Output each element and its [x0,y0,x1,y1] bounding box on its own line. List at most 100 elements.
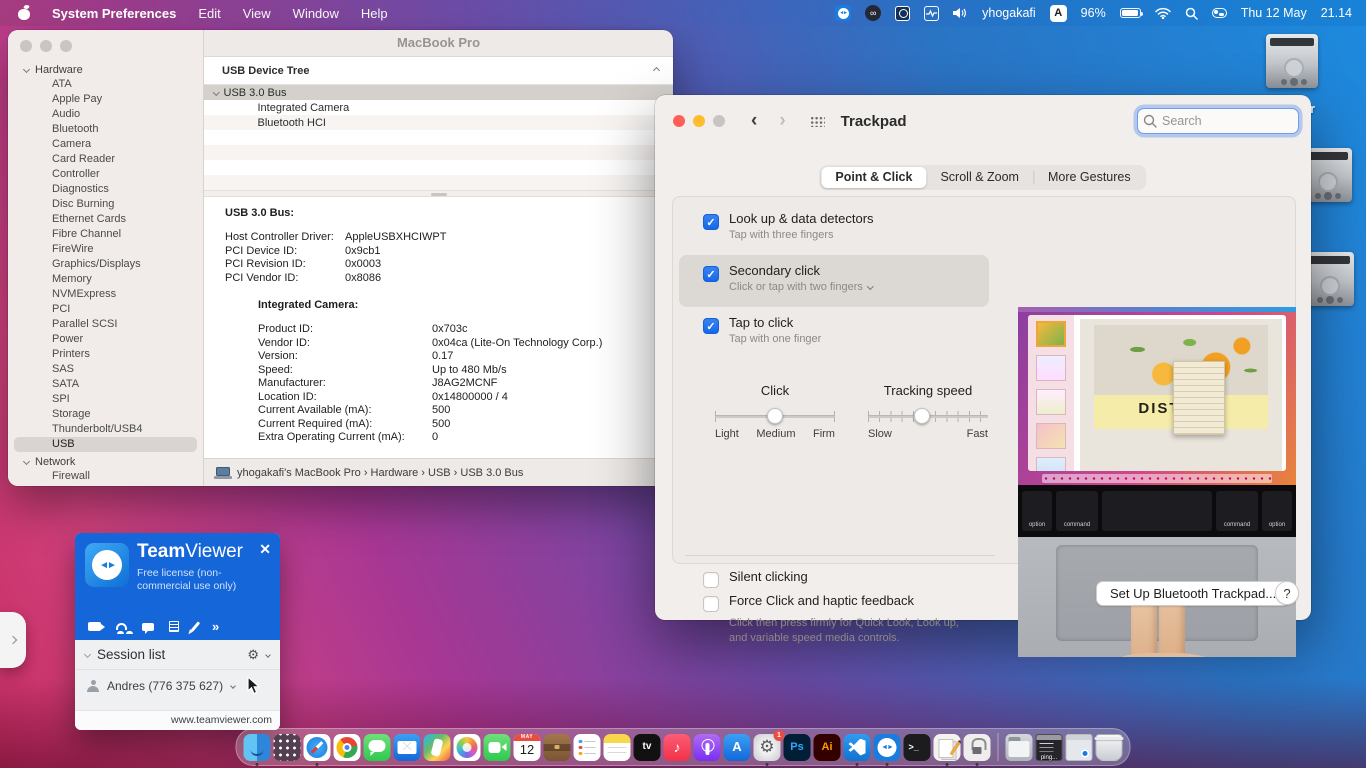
sidebar-group-hardware[interactable]: Hardware [8,62,203,77]
gear-icon[interactable]: ⚙ [247,647,259,663]
tracking-speed-slider[interactable] [868,406,988,426]
teamviewer-dock-icon[interactable] [874,734,901,761]
tree-row[interactable]: Bluetooth HCI [204,115,673,130]
reminders-dock-icon[interactable] [574,734,601,761]
tap-to-click-checkbox[interactable]: ✓ [703,318,719,334]
sidebar-item[interactable]: USB [14,437,197,452]
finder-dock-icon[interactable] [244,734,271,761]
chat-icon[interactable] [142,623,154,631]
sidebar-item[interactable]: Camera [14,137,197,152]
spotlight-icon[interactable] [1185,7,1198,20]
window-controls-inactive[interactable] [20,40,72,52]
control-center-icon[interactable] [1212,8,1227,18]
setup-bluetooth-trackpad-button[interactable]: Set Up Bluetooth Trackpad... [1096,581,1290,606]
terminal-dock-icon[interactable]: >_ [904,734,931,761]
secondary-click-checkbox-row[interactable]: ✓ Secondary click Click or tap with two … [703,263,872,293]
wifi-icon[interactable] [1155,7,1171,19]
activity-status-icon[interactable] [924,6,939,21]
menu-help[interactable]: Help [361,6,388,21]
notes-dock-icon[interactable] [604,734,631,761]
podcasts-dock-icon[interactable] [694,734,721,761]
sidebar-item[interactable]: SPI [14,392,197,407]
dropdown-chevron-icon[interactable] [867,283,873,289]
disclosure-chevron-icon[interactable] [213,89,219,95]
tracking-slider-knob[interactable] [914,408,930,424]
creative-cloud-icon[interactable]: ∞ [865,5,881,21]
system-preferences-dock-icon[interactable]: ⚙1 [754,734,781,761]
sidebar-item[interactable]: Parallel SCSI [14,317,197,332]
sidebar-item[interactable]: SAS [14,362,197,377]
sidebar-item[interactable]: Firewall [14,469,197,484]
show-all-grid-icon[interactable] [810,116,825,127]
sidebar-item[interactable]: Fibre Channel [14,227,197,242]
facetime-dock-icon[interactable] [484,734,511,761]
launchpad-dock-icon[interactable] [274,734,301,761]
help-button[interactable]: ? [1275,581,1299,605]
sidebar-item[interactable]: NVMExpress [14,287,197,302]
search-input[interactable] [1137,108,1299,134]
trash-dock-icon[interactable] [1096,734,1123,761]
battery-icon[interactable] [1120,8,1141,19]
teamviewer-panel-handle[interactable] [0,612,26,668]
chrome-dock-icon[interactable] [334,734,361,761]
video-call-icon[interactable] [88,622,101,631]
menubar-username[interactable]: yhogakafi [982,6,1036,20]
more-actions-icon[interactable]: » [212,622,219,632]
minimize-button[interactable] [693,115,705,127]
sidebar-item[interactable]: Storage [14,407,197,422]
apple-tv-dock-icon[interactable]: tv [634,734,661,761]
menu-view[interactable]: View [243,6,271,21]
gear-dropdown-chevron[interactable] [265,652,271,658]
click-slider-knob[interactable] [767,408,783,424]
sidebar-item[interactable]: Power [14,332,197,347]
messages-dock-icon[interactable] [364,734,391,761]
teamviewer-status-icon[interactable]: ◄► [835,5,851,21]
input-source-icon[interactable]: A [1050,5,1067,22]
sidebar-item[interactable]: Audio [14,107,197,122]
sidebar-item[interactable]: Memory [14,272,197,287]
lookup-checkbox-row[interactable]: ✓ Look up & data detectors Tap with thre… [703,211,874,241]
sidebar-item[interactable]: Locations [14,484,197,486]
menu-edit[interactable]: Edit [198,6,220,21]
sidebar-item[interactable]: Apple Pay [14,92,197,107]
sidebar-group-network[interactable]: Network [8,454,203,469]
menu-app-name[interactable]: System Preferences [52,6,176,21]
disclosure-chevron-icon[interactable] [84,651,91,658]
desktop-drive-icon[interactable] [1266,34,1318,88]
sidebar-item[interactable]: Printers [14,347,197,362]
utility-app-dock-icon[interactable] [964,734,991,761]
session-notes-icon[interactable] [169,621,179,632]
camera-app-status-icon[interactable] [895,6,910,21]
downloads-dock-icon[interactable] [1006,734,1033,761]
user-dropdown-chevron[interactable] [230,683,236,689]
session-list-row[interactable]: Session list ⚙ [75,640,280,670]
force-click-checkbox[interactable]: ✓ [703,596,719,612]
sidebar-item[interactable]: Diagnostics [14,182,197,197]
safari-dock-icon[interactable] [304,734,331,761]
sidebar-item[interactable]: PCI [14,302,197,317]
click-slider[interactable] [715,406,835,426]
calendar-dock-icon[interactable]: MAY12 [514,734,541,761]
lookup-checkbox[interactable]: ✓ [703,214,719,230]
menubar-time[interactable]: 21.14 [1321,6,1352,20]
usb-device-tree-header[interactable]: USB Device Tree [204,57,673,85]
apple-menu-icon[interactable] [18,6,30,20]
minimized-teamviewer-window[interactable] [1066,734,1093,761]
documents-app-dock-icon[interactable] [934,734,961,761]
sidebar-item[interactable]: Graphics/Displays [14,257,197,272]
illustrator-dock-icon[interactable]: Ai [814,734,841,761]
tab-more-gestures[interactable]: More Gestures [1034,167,1145,188]
tree-row[interactable]: USB 3.0 Bus [204,85,673,100]
photos-dock-icon[interactable] [454,734,481,761]
tab-point-and-click[interactable]: Point & Click [821,167,926,188]
collapse-chevron-icon[interactable] [653,67,660,74]
vscode-dock-icon[interactable] [844,734,871,761]
app-store-dock-icon[interactable]: A [724,734,751,761]
sidebar-item[interactable]: Card Reader [14,152,197,167]
sidebar-item[interactable]: SATA [14,377,197,392]
mail-dock-icon[interactable] [394,734,421,761]
sidebar-item[interactable]: FireWire [14,242,197,257]
minimized-terminal-window[interactable]: ping... [1036,734,1063,761]
silent-clicking-row[interactable]: ✓ Silent clicking [703,569,808,588]
sidebar-item[interactable]: Controller [14,167,197,182]
